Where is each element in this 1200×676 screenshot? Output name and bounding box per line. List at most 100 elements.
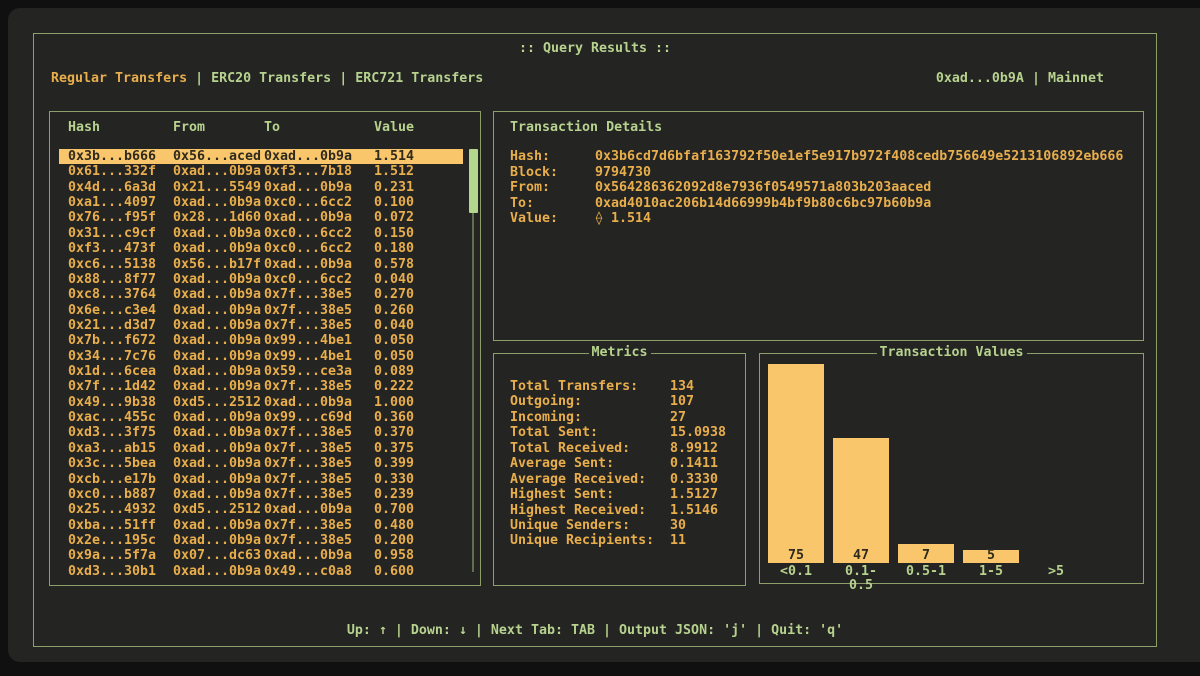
cell-value: 0.180 [374,241,463,256]
table-row[interactable]: 0x34...7c76 0xad...0b9a 0x99...4be1 0.05… [59,349,463,364]
cell-from: 0xad...0b9a [173,487,264,502]
table-header: Hash From To Value [59,120,463,135]
cell-hash: 0x4d...6a3d [68,180,173,195]
scrollbar-track[interactable] [472,213,474,572]
cell-value: 1.512 [374,164,463,179]
cell-hash: 0xd3...30b1 [68,564,173,579]
bar-0.5-1: 7 [898,544,954,563]
keybind-help: Up: ↑ | Down: ↓ | Next Tab: TAB | Output… [34,623,1156,639]
cell-hash: 0x9a...5f7a [68,548,173,563]
cell-from: 0xd5...2512 [173,395,264,410]
cell-hash: 0x2e...195c [68,533,173,548]
cell-hash: 0xc8...3764 [68,287,173,302]
cell-value: 0.600 [374,564,463,579]
tab-regular-transfers[interactable]: Regular Transfers [51,71,187,87]
table-row[interactable]: 0xf3...473f 0xad...0b9a 0xc0...6cc2 0.18… [59,241,463,256]
table-row[interactable]: 0xba...51ff 0xad...0b9a 0x7f...38e5 0.48… [59,518,463,533]
scrollbar-thumb[interactable] [469,149,478,213]
table-row[interactable]: 0x7f...1d42 0xad...0b9a 0x7f...38e5 0.22… [59,379,463,394]
cell-from: 0xad...0b9a [173,333,264,348]
table-row[interactable]: 0x9a...5f7a 0x07...dc63 0xad...0b9a 0.95… [59,548,463,563]
table-row[interactable]: 0xc0...b887 0xad...0b9a 0x7f...38e5 0.23… [59,487,463,502]
detail-label: Block: [510,165,595,181]
table-row[interactable]: 0x1d...6cea 0xad...0b9a 0x59...ce3a 0.08… [59,364,463,379]
cell-from: 0xad...0b9a [173,456,264,471]
cell-from: 0x56...b17f [173,257,264,272]
detail-label: Hash: [510,149,595,165]
cell-hash: 0x7b...f672 [68,333,173,348]
cell-hash: 0xa3...ab15 [68,441,173,456]
metrics-panel: Metrics Total Transfers: 134 Outgoing: 1… [493,353,746,586]
cell-to: 0xf3...7b18 [264,164,374,179]
cell-hash: 0xa1...4097 [68,195,173,210]
table-row[interactable]: 0x6e...c3e4 0xad...0b9a 0x7f...38e5 0.26… [59,303,463,318]
terminal-window: :: Query Results :: Regular Transfers|ER… [8,8,1200,662]
table-row[interactable]: 0xac...455c 0xad...0b9a 0x99...c69d 0.36… [59,410,463,425]
cell-from: 0xad...0b9a [173,564,264,579]
table-row[interactable]: 0x25...4932 0xd5...2512 0xad...0b9a 0.70… [59,502,463,517]
detail-value: 9794730 [595,165,1143,181]
table-row[interactable]: 0xc8...3764 0xad...0b9a 0x7f...38e5 0.27… [59,287,463,302]
transaction-values-panel: Transaction Values 754775 <0.10.1-0.50.5… [759,353,1144,584]
table-row[interactable]: 0x2e...195c 0xad...0b9a 0x7f...38e5 0.20… [59,533,463,548]
cell-from: 0xad...0b9a [173,441,264,456]
cell-to: 0xc0...6cc2 [264,195,374,210]
table-row[interactable]: 0x31...c9cf 0xad...0b9a 0xc0...6cc2 0.15… [59,226,463,241]
cell-to: 0x7f...38e5 [264,379,374,394]
table-row[interactable]: 0xc6...5138 0x56...b17f 0xad...0b9a 0.57… [59,257,463,272]
table-row[interactable]: 0x7b...f672 0xad...0b9a 0x99...4be1 0.05… [59,333,463,348]
cell-hash: 0x34...7c76 [68,349,173,364]
table-row[interactable]: 0x4d...6a3d 0x21...5549 0xad...0b9a 0.23… [59,180,463,195]
detail-value: 0x564286362092d8e7936f0549571a803b203aac… [595,180,1143,196]
metric-label: Total Sent: [510,425,670,440]
metrics-title: Metrics [588,345,650,361]
metric-label: Outgoing: [510,394,670,409]
cell-to: 0x59...ce3a [264,364,374,379]
cell-to: 0xad...0b9a [264,180,374,195]
metric-label: Total Received: [510,441,670,456]
table-row[interactable]: 0x3b...b666 0x56...aced 0xad...0b9a 1.51… [59,149,463,164]
column-header-from: From [173,120,264,135]
cell-to: 0xad...0b9a [264,548,374,563]
cell-hash: 0x49...9b38 [68,395,173,410]
bar-slot-0.1-0.5: 47 [833,364,889,563]
table-row[interactable]: 0x21...d3d7 0xad...0b9a 0x7f...38e5 0.04… [59,318,463,333]
metric-label: Average Sent: [510,456,670,471]
tab-erc20-transfers[interactable]: ERC20 Transfers [211,71,331,87]
table-row[interactable]: 0xa1...4097 0xad...0b9a 0xc0...6cc2 0.10… [59,195,463,210]
cell-value: 0.200 [374,533,463,548]
metric-label: Highest Received: [510,503,670,518]
table-row[interactable]: 0xcb...e17b 0xad...0b9a 0x7f...38e5 0.33… [59,472,463,487]
tab-erc721-transfers[interactable]: ERC721 Transfers [355,71,483,87]
cell-value: 0.260 [374,303,463,318]
chart-category-label: <0.1 [768,565,824,593]
metric-value: 107 [670,394,745,409]
cell-hash: 0xba...51ff [68,518,173,533]
table-row[interactable]: 0x49...9b38 0xd5...2512 0xad...0b9a 1.00… [59,395,463,410]
cell-from: 0xd5...2512 [173,502,264,517]
transaction-details-panel: Transaction Details Hash: 0x3b6cd7d6bfaf… [493,111,1144,341]
cell-value: 0.231 [374,180,463,195]
tab-separator: | [339,71,347,87]
metric-label: Unique Senders: [510,518,670,533]
cell-from: 0xad...0b9a [173,164,264,179]
table-row[interactable]: 0xa3...ab15 0xad...0b9a 0x7f...38e5 0.37… [59,441,463,456]
cell-to: 0x7f...38e5 [264,303,374,318]
table-row[interactable]: 0x76...f95f 0x28...1d60 0xad...0b9a 0.07… [59,210,463,225]
bar-chart: 754775 [768,364,1084,563]
cell-hash: 0x88...8f77 [68,272,173,287]
table-row[interactable]: 0xd3...30b1 0xad...0b9a 0x49...c0a8 0.60… [59,564,463,579]
cell-value: 0.050 [374,349,463,364]
table-row[interactable]: 0xd3...3f75 0xad...0b9a 0x7f...38e5 0.37… [59,425,463,440]
detail-value: 0x3b6cd7d6bfaf163792f50e1ef5e917b972f408… [595,149,1143,165]
table-row[interactable]: 0x61...332f 0xad...0b9a 0xf3...7b18 1.51… [59,164,463,179]
table-row[interactable]: 0x3c...5bea 0xad...0b9a 0x7f...38e5 0.39… [59,456,463,471]
cell-value: 1.000 [374,395,463,410]
bar-value-label: 7 [898,548,954,563]
chart-category-label: 0.5-1 [898,565,954,593]
table-row[interactable]: 0x88...8f77 0xad...0b9a 0xc0...6cc2 0.04… [59,272,463,287]
cell-to: 0x7f...38e5 [264,318,374,333]
cell-to: 0x7f...38e5 [264,533,374,548]
cell-from: 0xad...0b9a [173,303,264,318]
details-fields: Hash: 0x3b6cd7d6bfaf163792f50e1ef5e917b9… [494,149,1143,227]
